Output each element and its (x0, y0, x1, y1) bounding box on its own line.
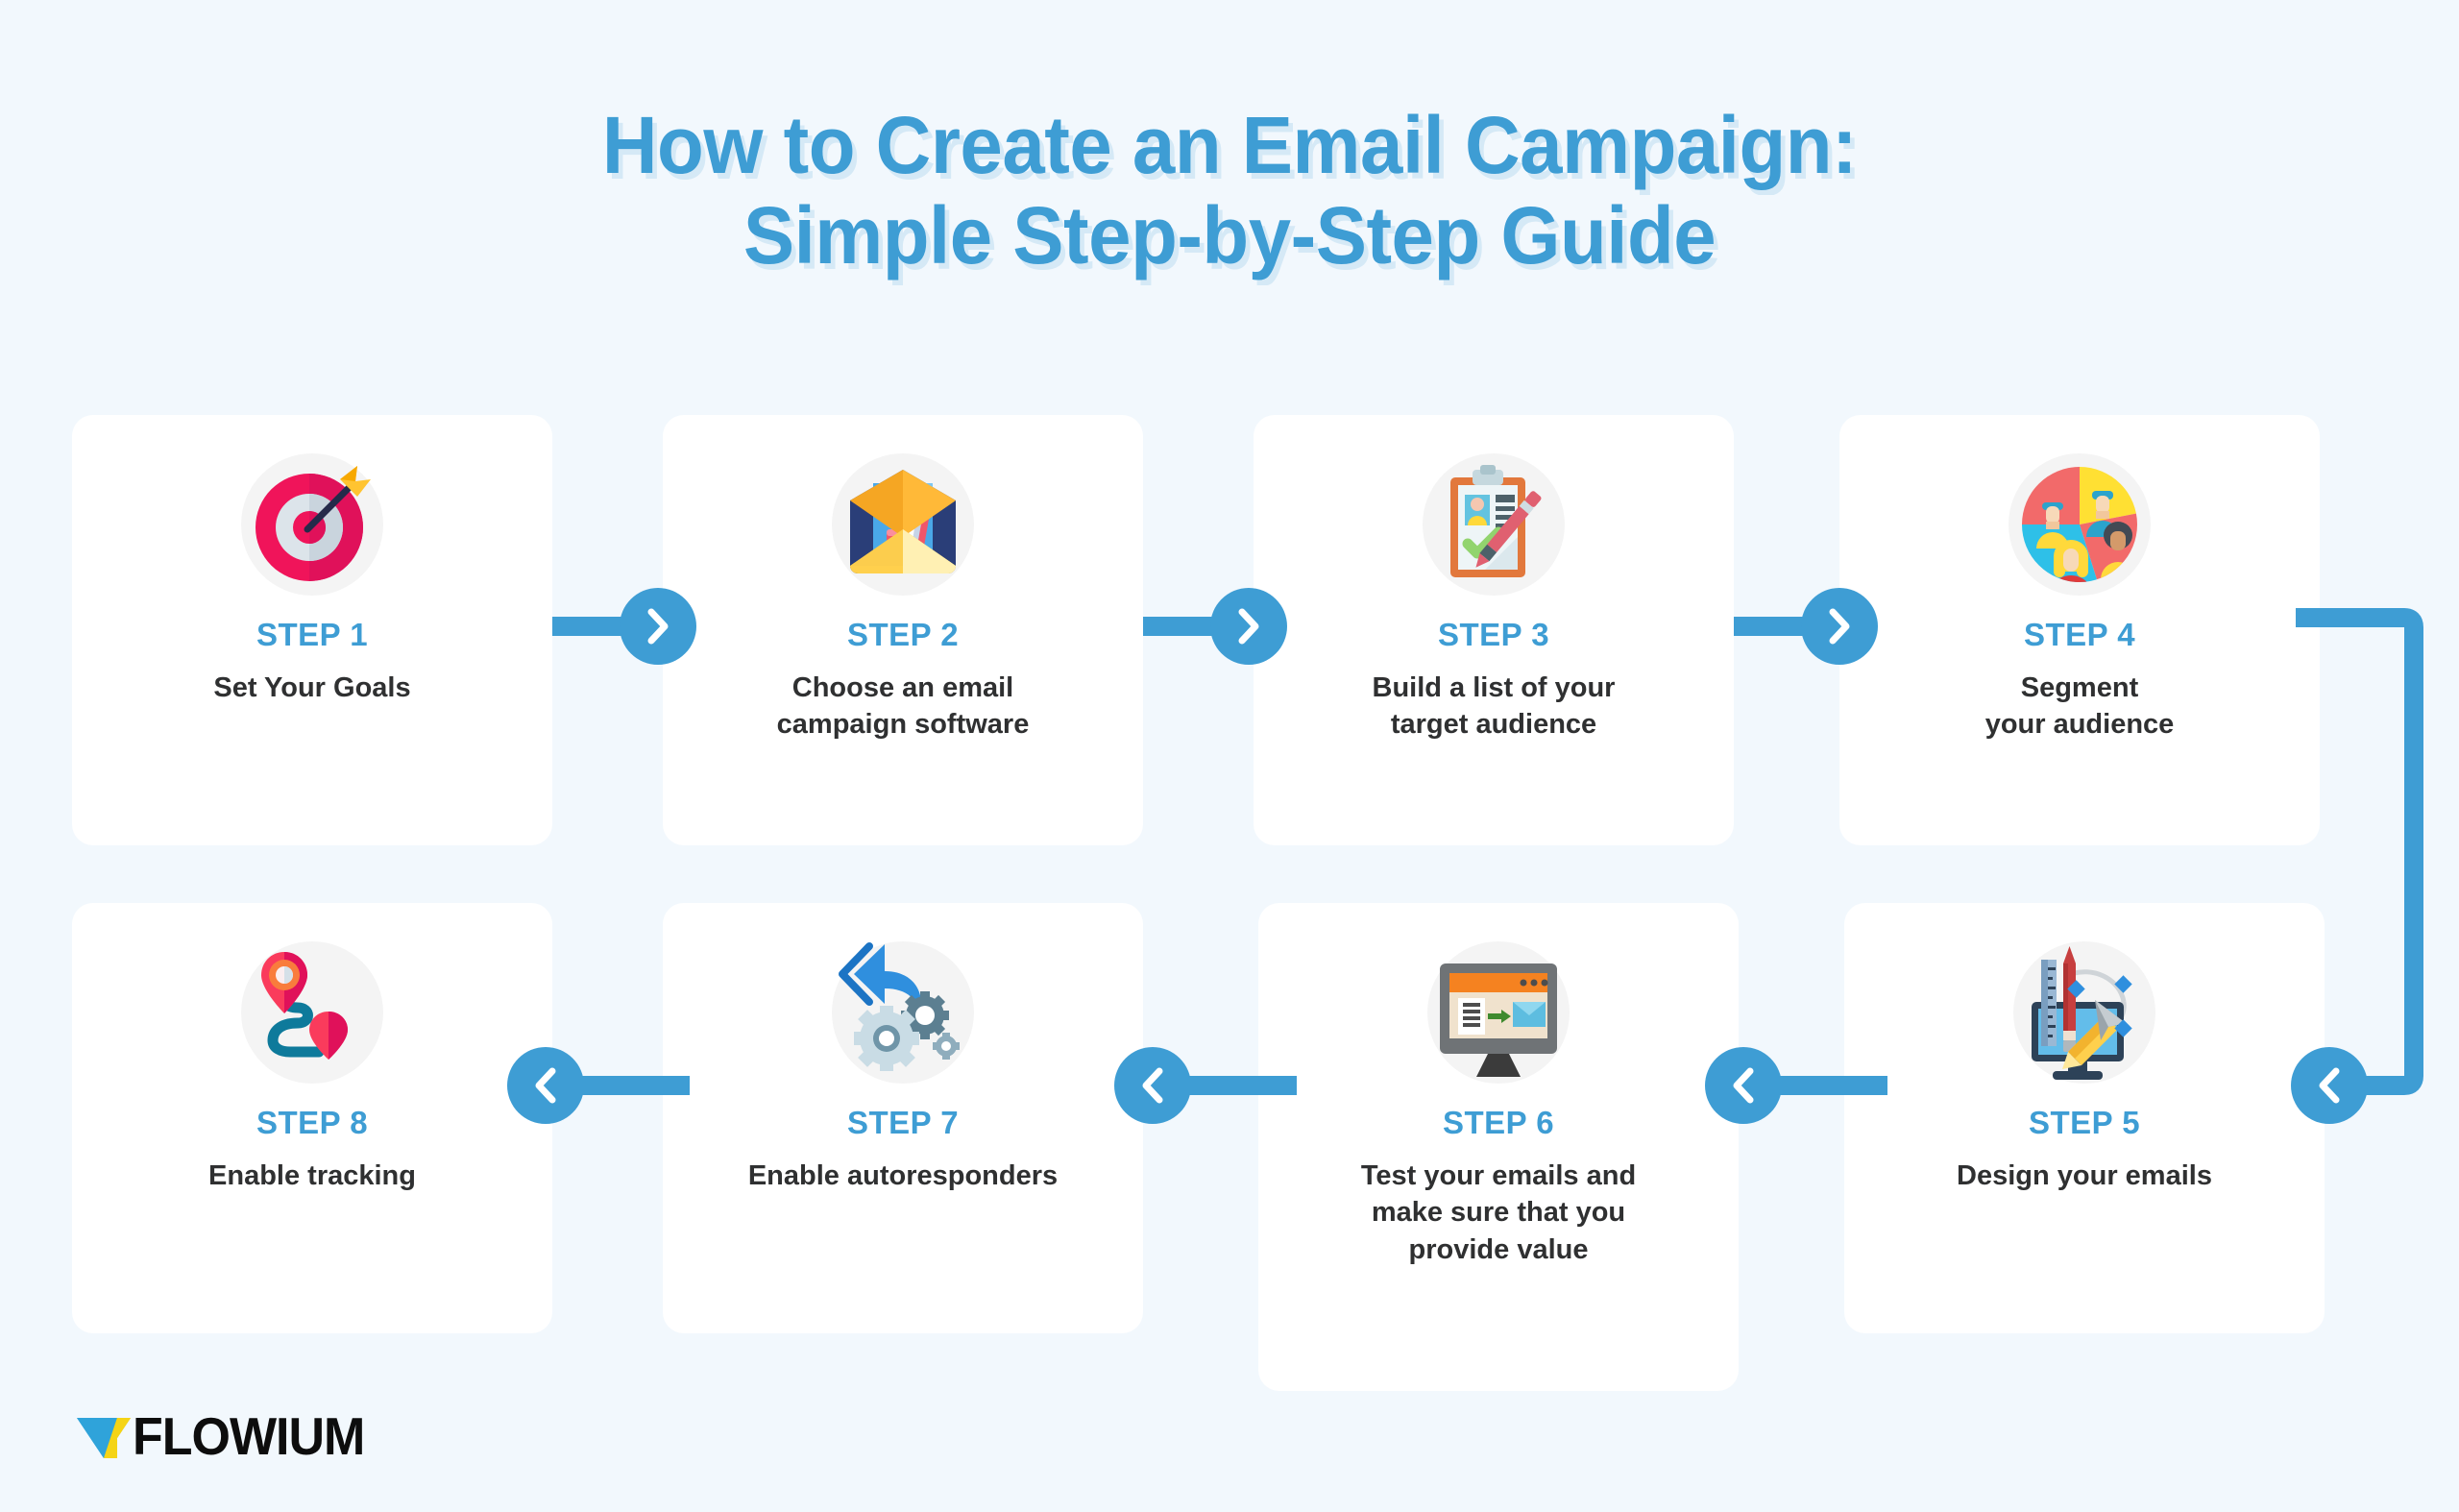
step-label-7: STEP 7 (846, 1105, 960, 1140)
reply-arrow-gears-icon (826, 936, 980, 1089)
chevron-right-icon (647, 608, 669, 645)
step-card-5[interactable]: STEP 5 Design your emails (1844, 903, 2325, 1333)
flowium-logo-text: FLOWIUM (133, 1407, 365, 1467)
page-title-line-2: Simple Step-by-Step Guide (743, 190, 1716, 281)
page-title: How to Create an Email Campaign: Simple … (0, 100, 2459, 280)
step-card-7[interactable]: STEP 7 Enable autoresponders (663, 903, 1143, 1333)
pie-chart-people-icon (2003, 448, 2156, 601)
map-pins-route-icon (235, 936, 389, 1089)
step-label-4: STEP 4 (2023, 617, 2136, 652)
arrow-step5-circle (2291, 1047, 2445, 1124)
step-card-6[interactable]: STEP 6 Test your emails and make sure tha… (1258, 903, 1739, 1391)
step-label-1: STEP 1 (256, 617, 369, 652)
chevron-left-icon (535, 1067, 556, 1104)
arrow-step4-to-step5-wrap (2296, 608, 2423, 1095)
step-desc-7: Enable autoresponders (747, 1160, 1059, 1191)
arrow-step2-to-step3 (1143, 588, 1326, 665)
step-card-8[interactable]: STEP 8 Enable tracking (72, 903, 552, 1333)
connector-circle-left[interactable] (507, 1047, 584, 1124)
connector-bar (1772, 1076, 1887, 1095)
chevron-right-icon (1829, 608, 1850, 645)
step-label-2: STEP 2 (846, 617, 960, 652)
step-card-2[interactable]: STEP 2 Choose an email campaign software (663, 415, 1143, 845)
flowium-logo-mark (77, 1418, 131, 1458)
step-card-3[interactable]: STEP 3 Build a list of your target audien… (1254, 415, 1734, 845)
arrow-step5-to-step6 (1705, 1047, 1887, 1124)
flowium-logo[interactable]: FLOWIUM (75, 1407, 365, 1467)
step-desc-3: Build a list of your target audience (1372, 672, 1616, 741)
connector-circle-right[interactable] (1801, 588, 1878, 665)
step-desc-8: Enable tracking (208, 1160, 416, 1191)
step-desc-4: Segment your audience (1984, 672, 2175, 741)
monitor-design-tools-icon (2008, 936, 2161, 1089)
connector-circle-left[interactable] (1705, 1047, 1782, 1124)
step-desc-2: Choose an email campaign software (776, 672, 1030, 741)
step-card-1[interactable]: STEP 1 Set Your Goals (72, 415, 552, 845)
chevron-left-icon (1733, 1067, 1754, 1104)
connector-circle-left[interactable] (1114, 1047, 1191, 1124)
arrow-step6-to-step7 (1114, 1047, 1297, 1124)
step-desc-1: Set Your Goals (213, 672, 411, 703)
chevron-left-icon (1142, 1067, 1163, 1104)
connector-circle-left[interactable] (2291, 1047, 2368, 1124)
monitor-email-test-icon (1422, 936, 1575, 1089)
step-desc-5: Design your emails (1957, 1160, 2212, 1191)
step-desc-6: Test your emails and make sure that you pr… (1360, 1160, 1637, 1265)
connector-circle-right[interactable] (1210, 588, 1287, 665)
chevron-right-icon (1238, 608, 1259, 645)
connector-bar (1181, 1076, 1297, 1095)
step-label-5: STEP 5 (2028, 1105, 2141, 1140)
connector-bar (574, 1076, 690, 1095)
step-label-6: STEP 6 (1442, 1105, 1555, 1140)
page-title-line-1: How to Create an Email Campaign: (601, 100, 1858, 190)
infographic-canvas: How to Create an Email Campaign: Simple … (0, 0, 2459, 1512)
envelope-megaphone-icon (826, 448, 980, 601)
connector-circle-right[interactable] (620, 588, 696, 665)
step-label-3: STEP 3 (1437, 617, 1550, 652)
target-dartboard-icon (235, 448, 389, 601)
arrow-step3-to-step4 (1734, 588, 1916, 665)
arrow-step7-to-step8 (507, 1047, 690, 1124)
chevron-left-icon (2319, 1067, 2340, 1104)
step-label-8: STEP 8 (256, 1105, 369, 1140)
clipboard-profile-checkmark-icon (1417, 448, 1570, 601)
arrow-step1-to-step2 (552, 588, 735, 665)
